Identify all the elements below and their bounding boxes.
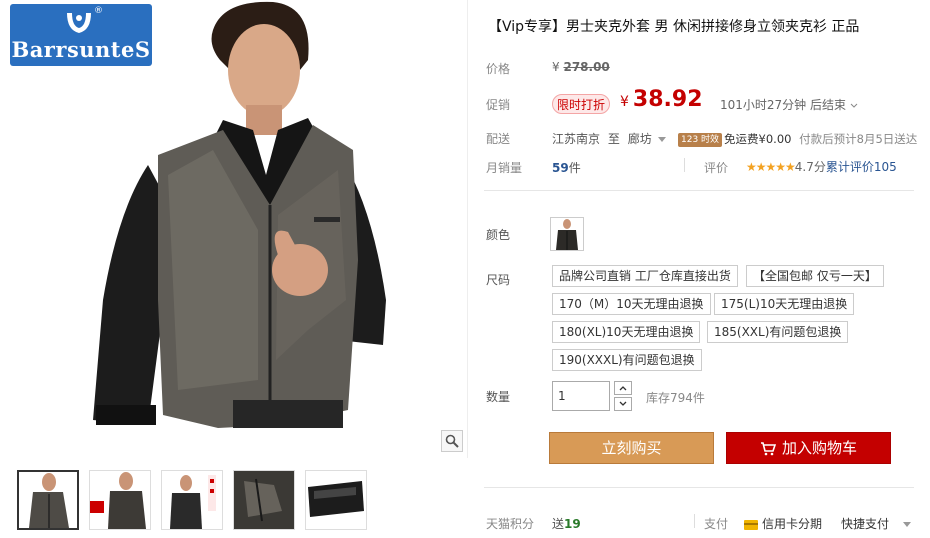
color-label: 颜色 bbox=[486, 228, 511, 242]
monthly-sales-count: 59 bbox=[552, 161, 569, 175]
thumbnail-1[interactable] bbox=[17, 470, 79, 530]
size-label: 尺码 bbox=[486, 273, 511, 287]
size-option-1[interactable]: 品牌公司直销 工厂仓库直接出货 bbox=[552, 265, 738, 287]
product-photo-jacket bbox=[8, 0, 467, 458]
section-divider bbox=[484, 190, 914, 191]
original-price-currency: ¥ bbox=[552, 60, 560, 74]
shipping-details: 123 时效 免运费¥0.00 付款后预计8月5日送达 bbox=[678, 131, 917, 147]
promo-price: ¥38.92 bbox=[620, 87, 703, 112]
thumbnail-image bbox=[306, 471, 366, 529]
points-prefix: 送 bbox=[552, 517, 565, 531]
monthly-sales-value: 59件 bbox=[552, 159, 581, 176]
original-price: ¥ 278.00 bbox=[552, 60, 610, 74]
quick-pay-label: 快捷支付 bbox=[841, 517, 890, 531]
brand-name: BarrsunteS bbox=[11, 37, 151, 62]
product-info-panel: 【Vip专享】男士夹克外套 男 休闲拼接修身立领夹克衫 正品 价格 ¥ 278.… bbox=[484, 0, 930, 538]
main-product-image[interactable]: ® BarrsunteS bbox=[8, 0, 468, 458]
size-option-2[interactable]: 【全国包邮 仅亏一天】 bbox=[746, 265, 884, 287]
size-option-6[interactable]: 185(XXL)有问题包退换 bbox=[707, 321, 849, 343]
shipping-eta: 付款后预计8月5日送达 bbox=[799, 132, 918, 146]
original-price-value: 278.00 bbox=[563, 60, 610, 74]
promo-timer[interactable]: 101小时27分钟 后结束 bbox=[720, 96, 858, 113]
quantity-increase-button[interactable] bbox=[614, 381, 632, 395]
thumbnail-image bbox=[90, 472, 146, 529]
buy-now-button[interactable]: 立刻购买 bbox=[549, 432, 714, 464]
shipping-fee: 免运费¥0.00 bbox=[724, 132, 792, 146]
caret-down-icon[interactable] bbox=[657, 137, 666, 143]
caret-down-icon bbox=[902, 522, 911, 527]
thumbnail-3[interactable] bbox=[161, 470, 223, 530]
quick-pay-option[interactable]: 快捷支付 bbox=[841, 515, 911, 532]
quantity-decrease-button[interactable] bbox=[614, 397, 632, 411]
star-icon: ★★★★★ bbox=[746, 160, 796, 174]
chevron-up-icon bbox=[619, 386, 627, 391]
thumbnail-image bbox=[170, 475, 216, 529]
promo-tag: 限时打折 bbox=[552, 94, 611, 114]
shipping-to-word: 至 bbox=[607, 132, 620, 146]
rating-summary[interactable]: ★★★★★4.7分累计评价105 bbox=[746, 158, 897, 175]
chevron-down-icon bbox=[619, 401, 627, 406]
promo-price-value: 38.92 bbox=[632, 87, 703, 112]
promo-price-currency: ¥ bbox=[620, 94, 629, 110]
zoom-icon bbox=[445, 434, 459, 448]
shipping-route: 江苏南京 至 廊坊 bbox=[552, 130, 666, 147]
shipping-from: 江苏南京 bbox=[552, 132, 601, 146]
registered-mark: ® bbox=[94, 6, 103, 16]
rating-score: 4.7分 bbox=[794, 160, 826, 174]
shipping-destination[interactable]: 廊坊 bbox=[628, 132, 652, 146]
size-option-3[interactable]: 170（M）10天无理由退换 bbox=[552, 293, 711, 315]
size-option-7[interactable]: 190(XXXL)有问题包退换 bbox=[552, 349, 702, 371]
zoom-button[interactable] bbox=[441, 430, 463, 452]
add-to-cart-button[interactable]: 加入购物车 bbox=[726, 432, 891, 464]
review-text: 累计评价 bbox=[825, 160, 874, 174]
monthly-sales-label: 月销量 bbox=[486, 161, 523, 175]
quantity-label: 数量 bbox=[486, 390, 511, 404]
size-option-4[interactable]: 175(L)10天无理由退换 bbox=[714, 293, 855, 315]
divider-vertical bbox=[684, 158, 685, 172]
monthly-sales-unit: 件 bbox=[568, 161, 581, 175]
delivery-badge: 123 时效 bbox=[678, 132, 723, 147]
price-label: 价格 bbox=[486, 62, 511, 76]
product-gallery: ® BarrsunteS bbox=[8, 0, 468, 538]
points-value: 送19 bbox=[552, 515, 581, 532]
chevron-down-icon bbox=[850, 103, 858, 108]
stock-text: 库存794件 bbox=[646, 391, 705, 405]
thumbnail-5[interactable] bbox=[305, 470, 367, 530]
add-to-cart-label: 加入购物车 bbox=[781, 439, 857, 457]
promo-timer-text: 101小时27分钟 后结束 bbox=[720, 98, 846, 112]
payment-label: 支付 bbox=[704, 517, 729, 531]
size-option-5[interactable]: 180(XL)10天无理由退换 bbox=[552, 321, 701, 343]
product-title: 【Vip专享】男士夹克外套 男 休闲拼接修身立领夹克衫 正品 bbox=[488, 19, 860, 35]
shipping-label: 配送 bbox=[486, 132, 511, 146]
points-label: 天猫积分 bbox=[486, 517, 535, 531]
credit-card-option[interactable]: 信用卡分期 bbox=[744, 515, 822, 532]
cart-icon bbox=[760, 441, 777, 455]
color-option-black[interactable] bbox=[550, 217, 584, 251]
card-icon bbox=[744, 519, 758, 530]
thumbnail-selected-arrow bbox=[45, 470, 57, 471]
points-number: 19 bbox=[564, 517, 581, 531]
rating-label: 评价 bbox=[704, 161, 729, 175]
thumbnail-strip bbox=[8, 470, 468, 532]
thumbnail-4[interactable] bbox=[233, 470, 295, 530]
divider-vertical bbox=[694, 514, 695, 528]
thumbnail-image bbox=[234, 471, 294, 529]
quantity-input[interactable]: 1 bbox=[552, 381, 610, 411]
promo-label: 促销 bbox=[486, 98, 511, 112]
credit-card-label: 信用卡分期 bbox=[762, 517, 823, 531]
section-divider bbox=[484, 487, 914, 488]
review-count: 105 bbox=[873, 160, 897, 174]
thumbnail-2[interactable] bbox=[89, 470, 151, 530]
color-swatch-image bbox=[556, 219, 578, 250]
brand-logo: ® BarrsunteS bbox=[10, 4, 152, 66]
thumbnail-image bbox=[29, 473, 69, 528]
brand-mark-icon bbox=[67, 13, 91, 33]
